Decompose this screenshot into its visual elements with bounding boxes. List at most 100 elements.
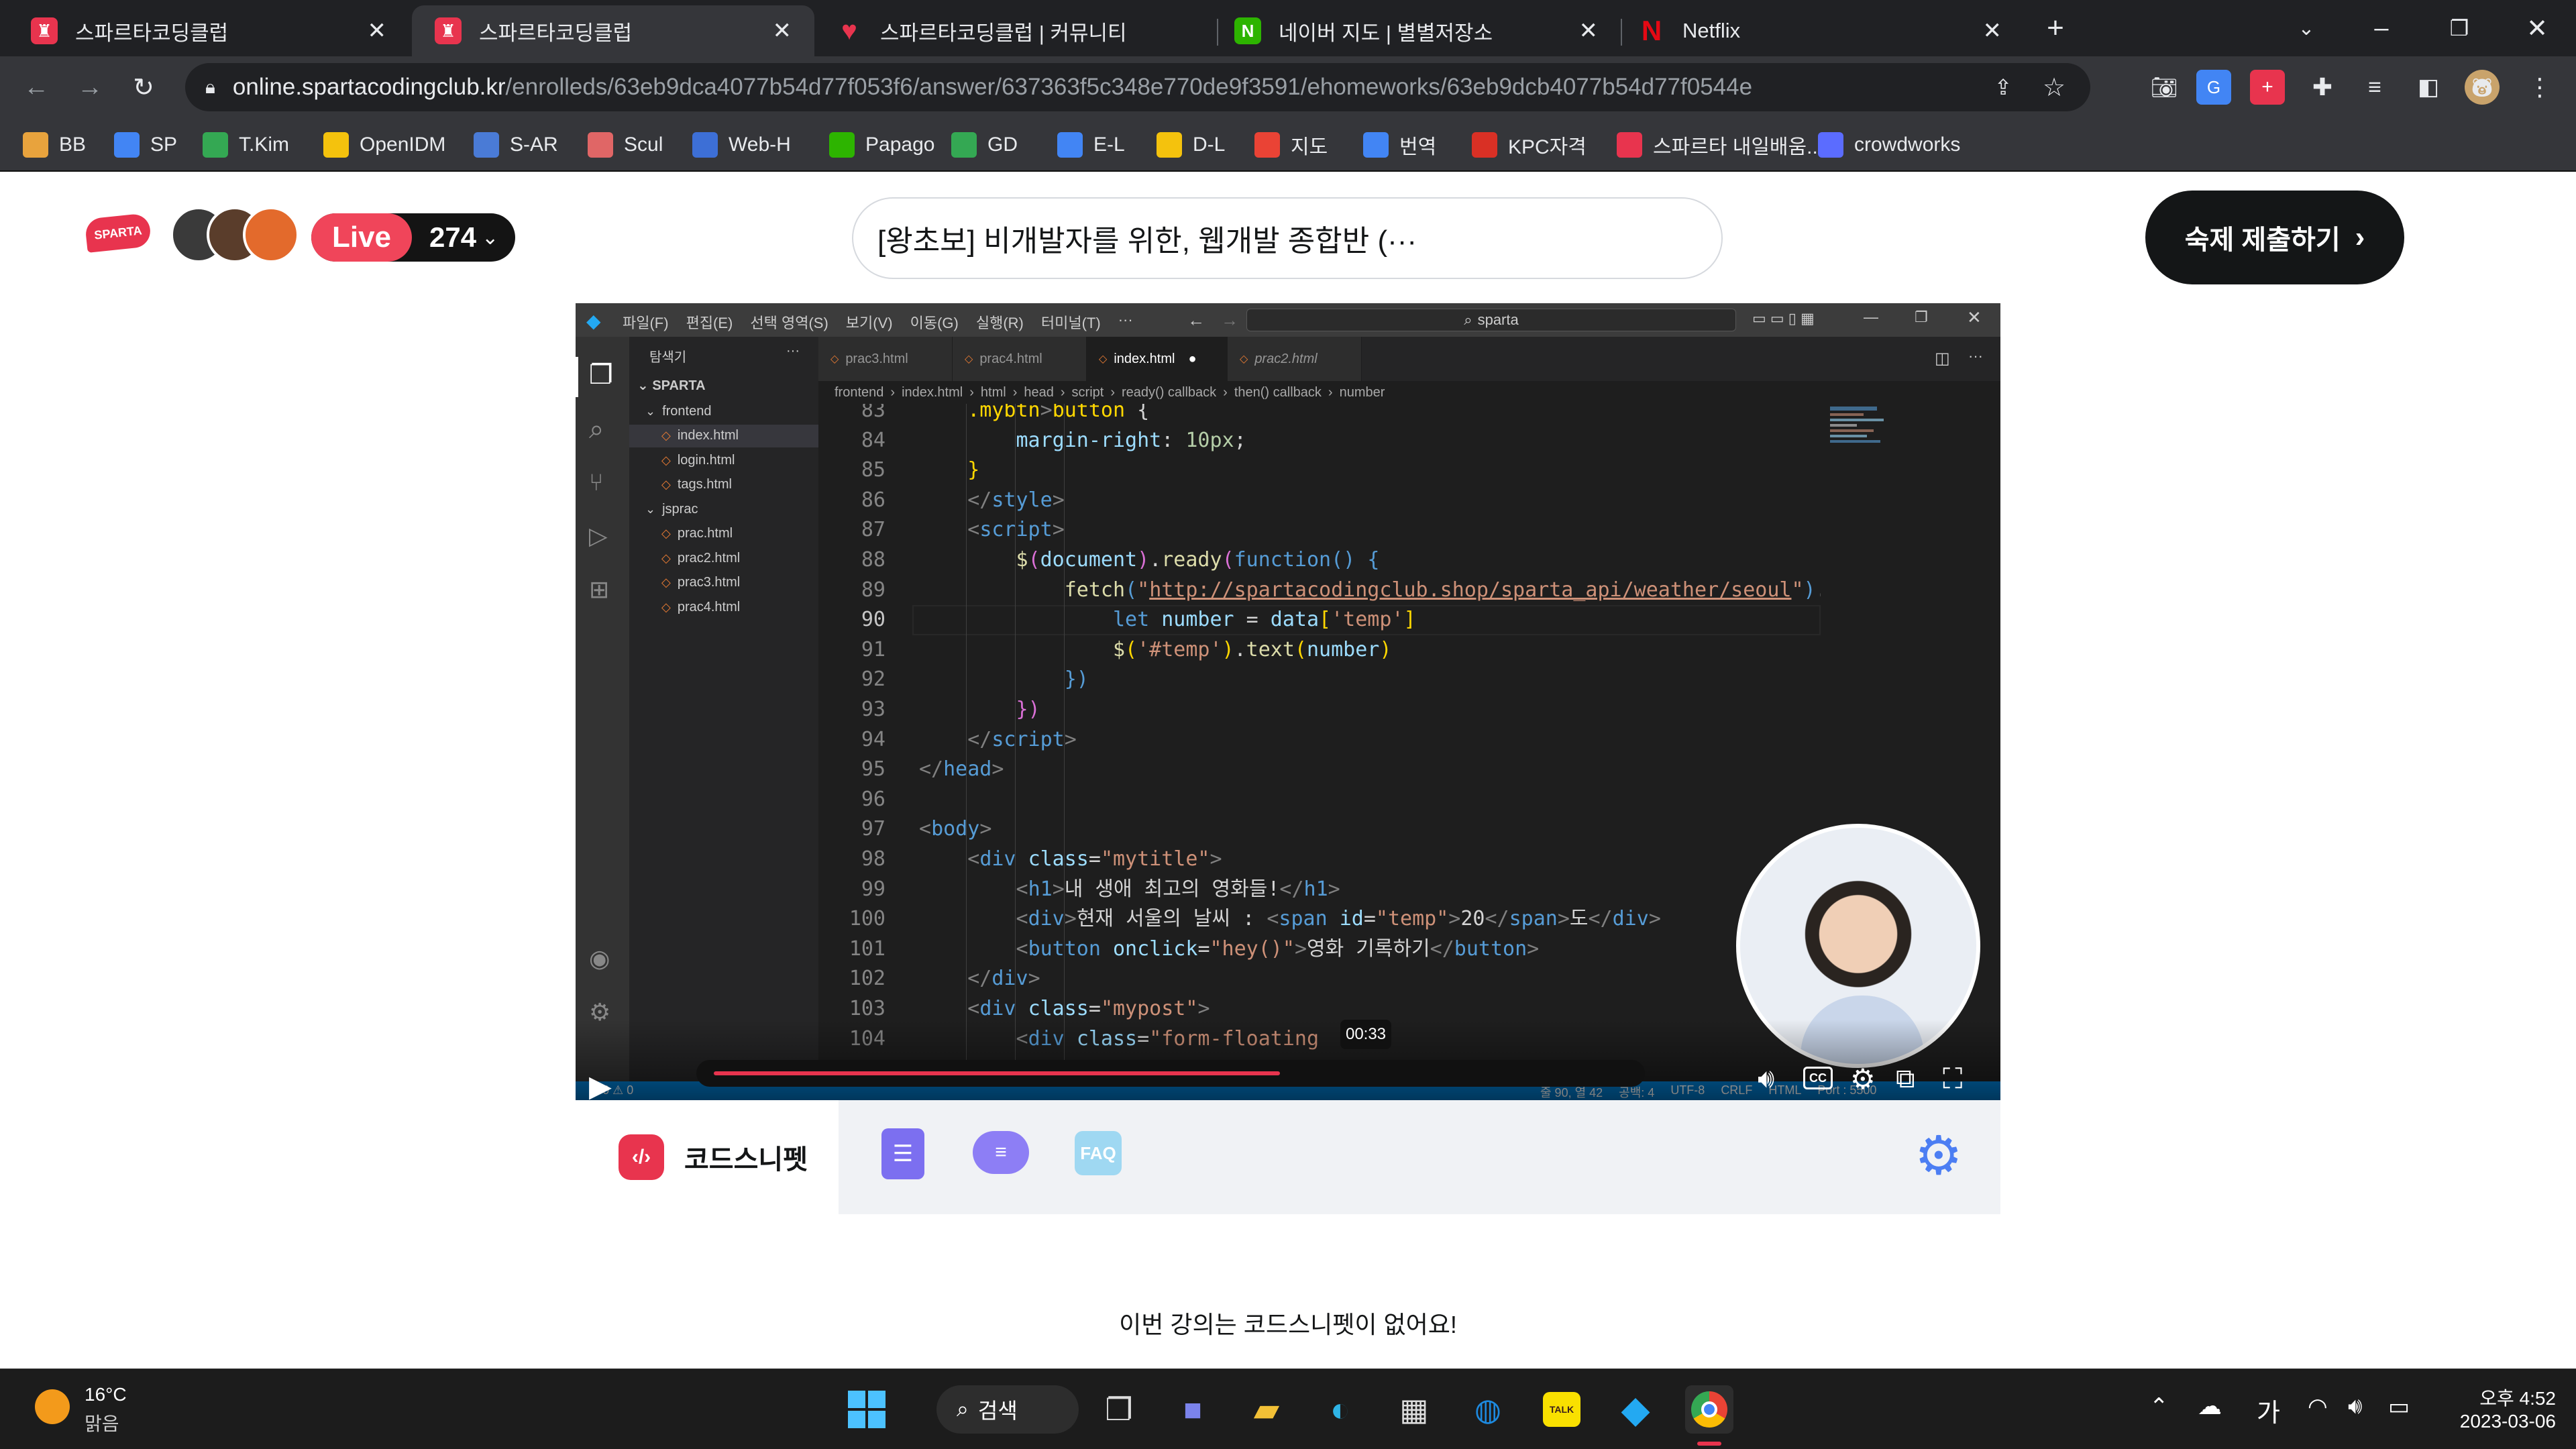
vscode-taskbar-icon[interactable]: ◆ <box>1611 1385 1660 1434</box>
bookmark-star-icon[interactable]: ☆ <box>2034 67 2074 107</box>
bookmark-item[interactable]: KPC자격 <box>1472 129 1587 161</box>
bookmark-label: OpenIDM <box>360 133 446 156</box>
weather-desc[interactable]: 맑음 <box>85 1409 119 1436</box>
translate-extension-icon[interactable]: G <box>2196 70 2231 105</box>
volume-icon[interactable]: 🔊︎ <box>2348 1393 2362 1419</box>
clock-time[interactable]: 오후 4:52 <box>2442 1384 2556 1411</box>
breadcrumb-item: head <box>1024 384 1054 400</box>
side-panel-icon[interactable]: ◧ <box>2408 67 2449 107</box>
browser-tab[interactable]: N 네이버 지도 | 별별저장소 ✕ <box>1218 5 1621 56</box>
share-icon[interactable]: ⇪ <box>1983 67 2023 107</box>
close-tab-icon[interactable]: ✕ <box>368 17 387 44</box>
store-icon[interactable]: ▦ <box>1390 1385 1438 1434</box>
bookmark-item[interactable]: E-L <box>1057 129 1125 161</box>
bookmark-icon <box>1818 132 1843 158</box>
sparta-logo[interactable]: SPARTA <box>84 213 152 253</box>
start-icon[interactable] <box>843 1385 891 1434</box>
bookmark-item[interactable]: Papago <box>829 129 934 161</box>
empty-snippet-message: 이번 강의는 코드스니펫이 없어요! <box>1119 1311 1457 1338</box>
taskbar-search[interactable]: ⌕ 검색 <box>936 1385 1079 1434</box>
faq-icon[interactable]: FAQ <box>1075 1131 1122 1175</box>
live-badge[interactable]: Live 274 ⌄ <box>311 213 515 262</box>
notes-icon[interactable]: ☰ <box>881 1128 924 1179</box>
camera-extension-icon[interactable]: 📷︎ <box>2144 67 2184 107</box>
bookmark-item[interactable]: Web-H <box>692 129 791 161</box>
battery-icon[interactable]: ▭ <box>2388 1393 2410 1420</box>
file-tree-item: ⌄ jsprac <box>629 498 818 521</box>
wifi-icon[interactable]: ◠ <box>2308 1393 2328 1420</box>
editor-tab: ◇ prac3.html <box>818 337 953 381</box>
bookmark-item[interactable]: SP <box>114 129 177 161</box>
file-tree-item: ◇ prac2.html <box>629 547 818 570</box>
bookmark-item[interactable]: OpenIDM <box>323 129 445 161</box>
close-window-icon[interactable]: ✕ <box>2517 8 2557 48</box>
fullscreen-icon[interactable]: ⛶ <box>1943 1063 1962 1095</box>
pip-icon[interactable]: ⧉ <box>1896 1064 1915 1094</box>
url-host: online.spartacodingclub.kr <box>232 74 506 100</box>
chat-icon[interactable]: ≡ <box>973 1131 1029 1174</box>
onedrive-cloud-icon[interactable]: ☁ <box>2198 1392 2222 1420</box>
bookmark-item[interactable]: 지도 <box>1254 129 1328 161</box>
tab-search-icon[interactable]: ⌄ <box>2286 8 2326 48</box>
browser-tab[interactable]: ♜ 스파르타코딩클럽 ✕ <box>0 5 409 56</box>
bookmark-item[interactable]: T.Kim <box>203 129 289 161</box>
browser-tab[interactable]: N Netflix ✕ <box>1622 5 2025 56</box>
reload-icon[interactable]: ↻ <box>123 67 164 107</box>
bookmark-item[interactable]: Scul <box>588 129 663 161</box>
file-tree-item: ⌄ frontend <box>629 400 818 423</box>
lecture-video[interactable]: ◆ 파일(F) 편집(E) 선택 영역(S) 보기(V) 이동(G) 실행(R) 터미널(T… <box>576 303 2000 1100</box>
weather-temp[interactable]: 16°C <box>85 1384 127 1405</box>
bookmark-item[interactable]: D-L <box>1157 129 1225 161</box>
sparta-extension-icon[interactable]: + <box>2250 70 2285 105</box>
close-tab-icon[interactable]: ✕ <box>1983 17 2002 44</box>
browser-tab[interactable]: ♥ 스파르타코딩클럽 | 커뮤니티 <box>814 5 1217 56</box>
play-icon[interactable]: ▶ <box>589 1069 623 1103</box>
vscode-menu-item: 보기(V) <box>845 315 893 331</box>
bookmark-item[interactable]: 번역 <box>1363 129 1436 161</box>
menu-dots-icon[interactable]: ⋮ <box>2520 67 2560 107</box>
extensions-puzzle-icon[interactable]: ✚ <box>2302 67 2343 107</box>
settings-gear-icon[interactable]: ⚙ <box>1915 1124 1963 1187</box>
address-bar[interactable]: 🔒︎ online.spartacodingclub.kr/enrolleds/… <box>185 63 2090 111</box>
html-file-icon: ◇ <box>1099 354 1108 365</box>
bookmark-item[interactable]: 스파르타 내일배움... <box>1617 129 1823 161</box>
course-title[interactable]: [왕초보] 비개발자를 위한, 웹개발 종합반 (··· <box>852 197 1723 279</box>
captions-icon[interactable]: CC <box>1803 1067 1833 1089</box>
file-name: login.html <box>677 452 735 468</box>
bookmark-item[interactable]: BB <box>23 129 86 161</box>
clock-date[interactable]: 2023-03-06 <box>2428 1411 2556 1432</box>
editor-tabs: ◇ prac3.html ◇ prac4.html ◇ index.html ● ◇ prac2… <box>818 337 2000 381</box>
close-tab-icon[interactable]: ✕ <box>1579 17 1599 44</box>
edge-icon[interactable]: ◐ <box>1316 1385 1364 1434</box>
ime-indicator[interactable]: 가 <box>2257 1392 2280 1429</box>
app-icon[interactable]: ◍ <box>1464 1385 1512 1434</box>
profile-avatar[interactable]: 🐻︎ <box>2465 70 2500 105</box>
weather-sun-icon[interactable] <box>35 1389 70 1424</box>
task-view-icon[interactable]: ❐ <box>1095 1385 1143 1434</box>
chrome-taskbar-icon[interactable] <box>1685 1385 1733 1434</box>
reading-list-icon[interactable]: ≡ <box>2355 67 2395 107</box>
bookmark-item[interactable]: crowdworks <box>1818 129 1960 161</box>
sparta-favicon-icon: ♜ <box>31 17 58 44</box>
back-icon[interactable]: ← <box>16 67 56 107</box>
kakaotalk-icon[interactable]: TALK <box>1538 1385 1586 1434</box>
progress-track[interactable] <box>696 1060 1645 1087</box>
tab-code-snippet[interactable]: ‹/› 코드스니펫 <box>576 1100 839 1214</box>
teams-chat-icon[interactable]: ■ <box>1169 1385 1217 1434</box>
bookmark-item[interactable]: GD <box>951 129 1018 161</box>
forward-icon[interactable]: → <box>70 67 110 107</box>
chevron-up-icon[interactable]: ⌃ <box>2149 1393 2169 1420</box>
minimize-icon[interactable]: – <box>2361 8 2402 48</box>
settings-icon[interactable]: ⚙ <box>1850 1063 1876 1095</box>
line-number: 100 <box>849 907 885 931</box>
code-line: <button onclick="hey()">영화 기록하기</button> <box>1016 936 1540 961</box>
new-tab-icon[interactable]: + <box>2035 8 2076 48</box>
restore-icon[interactable]: ❐ <box>2439 8 2479 48</box>
close-tab-icon[interactable]: ✕ <box>773 17 792 44</box>
submit-homework-button[interactable]: 숙제 제출하기 › <box>2145 191 2404 284</box>
bookmark-item[interactable]: S-AR <box>474 129 558 161</box>
browser-tab-active[interactable]: ♜ 스파르타코딩클럽 ✕ <box>412 5 814 56</box>
volume-icon[interactable]: 🔊︎ <box>1758 1064 1774 1094</box>
file-explorer-icon[interactable]: ▰ <box>1242 1385 1291 1434</box>
bookmark-icon <box>588 132 613 158</box>
